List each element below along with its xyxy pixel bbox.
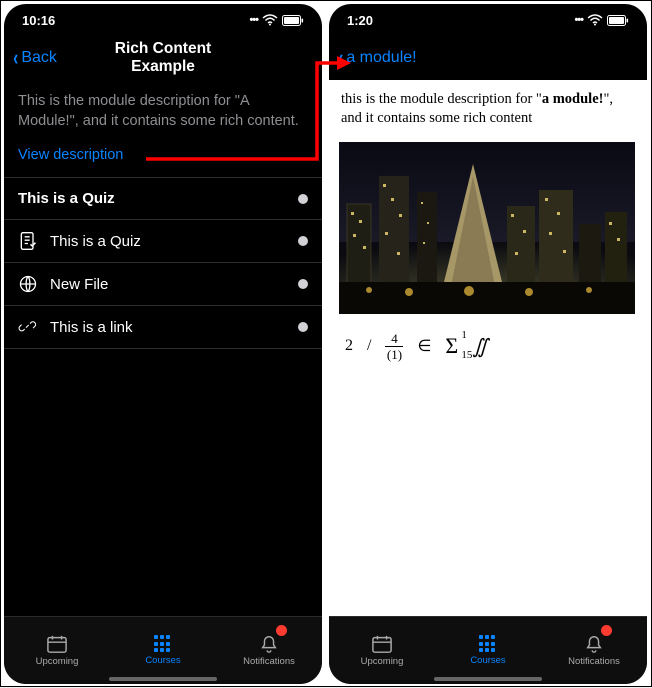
chevron-left-icon: ‹ — [13, 47, 18, 69]
back-button[interactable]: ‹ a module! — [337, 47, 417, 69]
bell-icon — [583, 634, 605, 654]
status-time: 1:20 — [347, 13, 373, 28]
sigma: Σ115 — [445, 333, 458, 359]
bell-icon — [258, 634, 280, 654]
back-label: a module! — [346, 49, 416, 67]
status-dot-icon — [298, 279, 308, 289]
module-description: This is the module description for "A Mo… — [4, 80, 322, 137]
embedded-image — [339, 142, 637, 314]
wifi-icon — [262, 14, 278, 26]
module-item-quiz[interactable]: This is a Quiz — [4, 220, 322, 262]
battery-icon — [607, 15, 629, 26]
tab-courses[interactable]: Courses — [110, 617, 216, 684]
phone-left: 10:16 ••• ‹ Back Rich Content Example Th… — [4, 4, 322, 684]
chevron-left-icon: ‹ — [338, 47, 343, 69]
grid-icon — [479, 635, 497, 653]
home-indicator — [109, 677, 217, 681]
tab-label: Upcoming — [361, 656, 404, 667]
status-dot-icon — [298, 322, 308, 332]
status-bar: 10:16 ••• — [4, 4, 322, 36]
status-time: 10:16 — [22, 13, 55, 28]
calendar-icon — [371, 634, 393, 654]
tab-notifications[interactable]: Notifications — [216, 617, 322, 684]
tab-label: Courses — [470, 655, 505, 666]
module-item-label: New File — [50, 276, 108, 293]
module-item-label: This is a link — [50, 319, 133, 336]
cellular-icon: ••• — [574, 14, 583, 26]
phone-right: 1:20 ••• ‹ a module! this is the module … — [329, 4, 647, 684]
cityscape-image — [339, 142, 635, 314]
tab-label: Courses — [145, 655, 180, 666]
quiz-icon — [18, 231, 38, 251]
battery-icon — [282, 15, 304, 26]
tab-upcoming[interactable]: Upcoming — [329, 617, 435, 684]
status-dot-icon — [298, 236, 308, 246]
home-indicator — [434, 677, 542, 681]
fraction: 4 (1) — [385, 332, 403, 361]
link-icon — [18, 317, 38, 337]
notification-badge — [276, 625, 287, 636]
tab-bar: Upcoming Courses Notifications — [329, 616, 647, 684]
math-formula: 2 / 4 (1) ∈ Σ115 ∬ — [329, 326, 647, 367]
tab-notifications[interactable]: Notifications — [541, 617, 647, 684]
calendar-icon — [46, 634, 68, 654]
page-title: Rich Content Example — [84, 40, 243, 76]
tab-label: Upcoming — [36, 656, 79, 667]
notification-badge — [601, 625, 612, 636]
globe-icon — [18, 274, 38, 294]
status-right: ••• — [574, 14, 629, 26]
section-header-label: This is a Quiz — [18, 190, 115, 207]
tab-bar: Upcoming Courses Notifications — [4, 616, 322, 684]
view-description-link[interactable]: View description — [4, 137, 322, 177]
cellular-icon: ••• — [249, 14, 258, 26]
status-bar: 1:20 ••• — [329, 4, 647, 36]
module-item-label: This is a Quiz — [50, 233, 141, 250]
grid-icon — [154, 635, 172, 653]
navbar: ‹ a module! — [329, 36, 647, 80]
back-button[interactable]: ‹ Back — [12, 47, 57, 69]
tab-label: Notifications — [568, 656, 620, 667]
section-header[interactable]: This is a Quiz — [4, 178, 322, 219]
wifi-icon — [587, 14, 603, 26]
status-right: ••• — [249, 14, 304, 26]
back-label: Back — [21, 49, 57, 67]
status-dot-icon — [298, 194, 308, 204]
webview[interactable]: this is the module description for "a mo… — [329, 80, 647, 616]
module-item-link[interactable]: This is a link — [4, 306, 322, 348]
module-item-file[interactable]: New File — [4, 263, 322, 305]
description-text: this is the module description for "a mo… — [329, 80, 647, 138]
tab-label: Notifications — [243, 656, 295, 667]
tab-upcoming[interactable]: Upcoming — [4, 617, 110, 684]
tab-courses[interactable]: Courses — [435, 617, 541, 684]
navbar: ‹ Back Rich Content Example — [4, 36, 322, 80]
